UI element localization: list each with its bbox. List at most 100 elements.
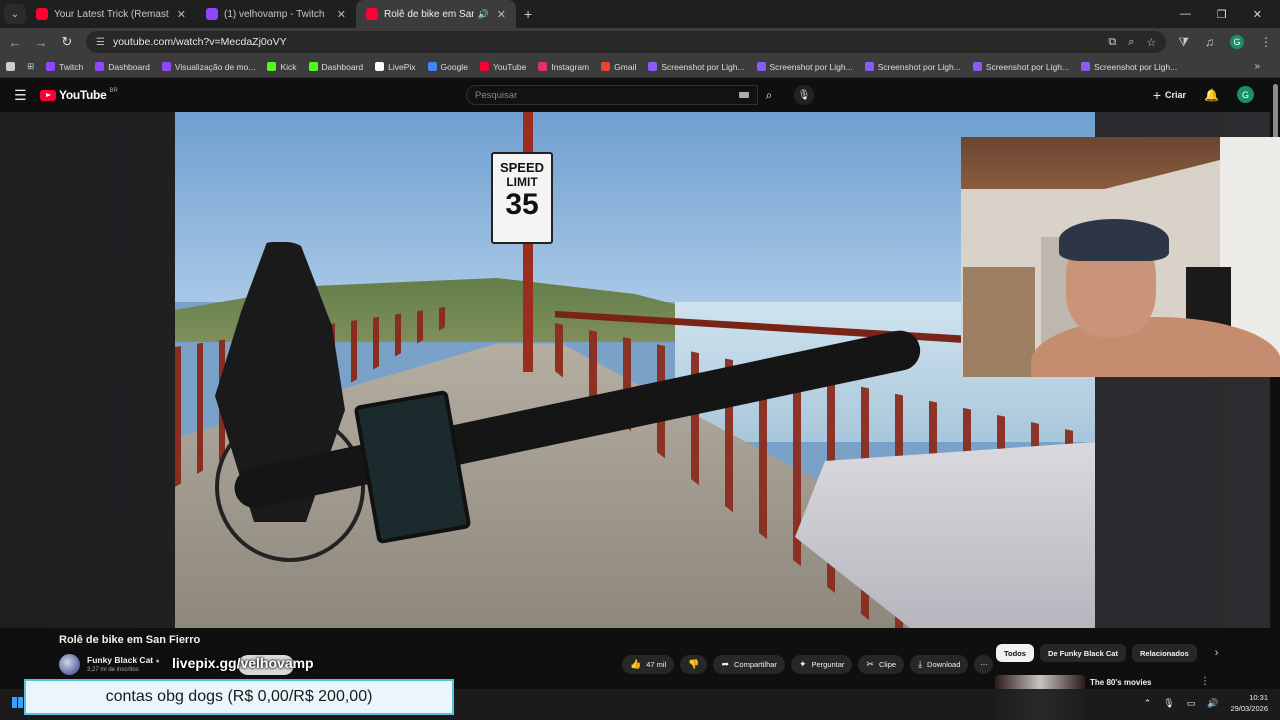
video-player[interactable]: SPEED LIMIT 35 <box>175 112 1095 628</box>
windows-start-icon[interactable] <box>12 697 23 708</box>
thumbs-down-button[interactable]: 👎 <box>680 655 708 674</box>
recommended-video-title[interactable]: The 80's movies <box>1090 678 1152 687</box>
network-icon[interactable]: ▭ <box>1187 698 1196 709</box>
channel-avatar[interactable] <box>59 654 80 675</box>
minimize-icon[interactable]: — <box>1180 8 1191 21</box>
bookmark-item[interactable]: Twitch <box>46 62 83 72</box>
microphone-icon: 🎙 <box>797 89 811 101</box>
speaker-icon[interactable]: 🔊 <box>478 9 489 20</box>
search-button[interactable]: ⌕ <box>756 85 782 105</box>
install-app-icon[interactable]: ⧉ <box>1108 36 1116 49</box>
site-info-icon[interactable]: ☰ <box>96 37 105 48</box>
bookmark-favicon-icon <box>538 62 548 71</box>
chevron-up-icon[interactable]: ⌃ <box>1144 698 1152 709</box>
keyboard-icon[interactable] <box>739 92 749 98</box>
media-control-icon[interactable]: ♫ <box>1205 35 1214 49</box>
browser-tab-strip: ⌄ Your Latest Trick (Remastered 1 ✕ (1) … <box>0 0 1280 28</box>
grid-icon[interactable]: ⊞ <box>27 61 34 72</box>
voice-search-button[interactable]: 🎙 <box>794 85 814 105</box>
browser-tab[interactable]: (1) velhovamp - Twitch ✕ <box>196 0 356 28</box>
system-clock[interactable]: 10:31 29/03/2026 <box>1230 692 1268 714</box>
more-options-icon[interactable]: ⋮ <box>1200 676 1210 687</box>
bookmark-favicon-icon <box>95 62 105 71</box>
create-button[interactable]: + Criar <box>1153 87 1186 103</box>
extensions-icon[interactable]: ⧩ <box>1178 35 1189 50</box>
bookmark-label: Instagram <box>551 61 590 72</box>
bookmark-item[interactable]: Dashboard <box>95 62 150 72</box>
address-bar[interactable]: ☰ youtube.com/watch?v=MecdaZj0oVY ⧉ ⌕ ☆ <box>86 31 1167 53</box>
webcam-wardrobe <box>963 267 1035 377</box>
bookmark-label: LivePix <box>388 61 416 72</box>
bookmarks-bar: ⊞ Twitch Dashboard Visualização de mo... Ki… <box>0 56 1280 78</box>
tab-search-button[interactable]: ⌄ <box>4 4 26 24</box>
close-tab-icon[interactable]: ✕ <box>169 8 186 21</box>
zoom-icon[interactable]: ⌕ <box>1128 36 1134 49</box>
bookmark-favicon-icon <box>648 62 658 71</box>
sparkle-button[interactable]: ✦ Perguntar <box>790 655 853 674</box>
bookmark-item[interactable]: YouTube <box>479 62 526 72</box>
bookmark-item[interactable]: Visualização de mo... <box>161 62 255 72</box>
account-avatar[interactable]: G <box>1237 86 1254 103</box>
close-tab-icon[interactable]: ✕ <box>329 8 346 21</box>
filter-chip[interactable]: De Funky Black Cat <box>1039 644 1126 662</box>
bookmark-item[interactable]: LivePix <box>375 61 416 72</box>
share-button[interactable]: ➦ Compartilhar <box>713 655 785 674</box>
close-tab-icon[interactable]: ✕ <box>489 8 506 21</box>
bookmark-star-icon[interactable]: ☆ <box>1146 36 1156 49</box>
twitch-icon <box>206 8 218 20</box>
bookmark-item[interactable]: Dashboard <box>308 62 363 72</box>
browser-menu-icon[interactable]: ⋮ <box>1260 35 1272 49</box>
bookmark-item[interactable]: Screenshot por Ligh... <box>1081 62 1177 72</box>
bookmark-item[interactable]: Screenshot por Ligh... <box>972 62 1069 72</box>
filter-chip[interactable]: Todos <box>996 644 1034 662</box>
bookmarks-overflow-icon[interactable]: » <box>1254 61 1274 72</box>
action-label: Download <box>927 660 961 669</box>
youtube-logo[interactable]: YouTube BR <box>40 88 118 102</box>
bookmark-item[interactable]: Google <box>427 62 468 72</box>
apps-icon[interactable] <box>6 62 15 71</box>
action-label: 47 mil <box>646 660 667 669</box>
chevron-right-icon[interactable]: › <box>1215 647 1219 659</box>
back-icon[interactable]: ← <box>8 35 22 50</box>
logo-text: YouTube <box>59 88 107 102</box>
bookmark-item[interactable]: Gmail <box>601 62 636 72</box>
verified-icon: ● <box>155 658 160 665</box>
bookmark-item[interactable]: Kick <box>267 62 297 72</box>
download-button[interactable]: ⤓ Download <box>910 655 969 674</box>
bookmark-item[interactable]: Screenshot por Ligh... <box>756 62 853 72</box>
bookmark-label: Screenshot por Ligh... <box>661 61 745 72</box>
youtube-icon <box>36 8 48 20</box>
bookmark-favicon-icon <box>601 62 611 71</box>
channel-name[interactable]: Funky Black Cat ● <box>87 655 160 665</box>
thumbs-up-button[interactable]: 👍 47 mil <box>622 655 675 674</box>
alert-text: contas obg dogs (R$ 0,00/R$ 200,00) <box>105 688 373 705</box>
menu-icon[interactable]: ☰ <box>14 87 32 104</box>
new-tab-button[interactable]: + <box>524 6 532 22</box>
profile-avatar[interactable]: G <box>1230 35 1244 49</box>
bookmark-item[interactable]: Instagram <box>538 62 589 72</box>
notifications-bell-icon[interactable]: 🔔 <box>1204 88 1219 102</box>
video-title: Rolê de bike em San Fierro <box>59 634 201 646</box>
speed-limit-sign: SPEED LIMIT 35 <box>491 152 553 244</box>
video-actions: 👍 47 mil 👎 ➦ Compartilhar ✦ Perguntar ✂ Clipe ⤓ Do… <box>622 655 994 674</box>
search-input[interactable]: Pesquisar <box>466 85 758 105</box>
bookmark-favicon-icon <box>427 62 437 71</box>
microphone-tray-icon[interactable]: 🎙 <box>1163 698 1174 709</box>
youtube-play-icon <box>40 89 56 101</box>
close-window-icon[interactable]: ✕ <box>1253 8 1262 21</box>
clock-date: 29/03/2026 <box>1230 704 1268 713</box>
forward-icon[interactable]: → <box>34 35 48 50</box>
reload-icon[interactable]: ↻ <box>60 34 74 50</box>
browser-tab-active[interactable]: Rolê de bike em San Fierro 🔊 ✕ <box>356 0 516 28</box>
bookmark-favicon-icon <box>1081 62 1091 71</box>
browser-tab[interactable]: Your Latest Trick (Remastered 1 ✕ <box>26 0 196 28</box>
more-actions-button[interactable]: ⋯ <box>974 655 994 674</box>
bookmark-item[interactable]: Screenshot por Ligh... <box>648 61 745 72</box>
bookmark-item[interactable]: Screenshot por Ligh... <box>864 62 961 72</box>
filter-chip[interactable]: Relacionados <box>1131 644 1197 662</box>
scissors-button[interactable]: ✂ Clipe <box>858 655 905 674</box>
stream-goal-alert: contas obg dogs (R$ 0,00/R$ 200,00) <box>24 679 454 715</box>
tab-title: (1) velhovamp - Twitch <box>224 8 325 20</box>
volume-icon[interactable]: 🔊 <box>1207 698 1218 709</box>
restore-icon[interactable]: ❐ <box>1217 8 1227 21</box>
